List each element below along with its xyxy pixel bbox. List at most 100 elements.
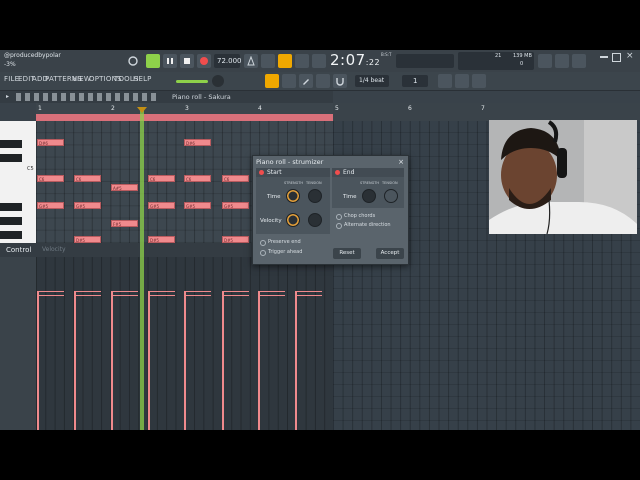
- playhead-marker[interactable]: [137, 107, 147, 113]
- note[interactable]: D#6: [184, 139, 211, 146]
- start-panel: Start STRENGTH TENSION Time Velocity: [256, 168, 330, 234]
- online-button[interactable]: [538, 54, 552, 68]
- note[interactable]: A#5: [111, 184, 138, 191]
- pattern-song-toggle[interactable]: [126, 54, 140, 68]
- chop-chords-checkbox[interactable]: [336, 214, 342, 220]
- song-position-display[interactable]: 2:07:22: [330, 51, 380, 69]
- note[interactable]: D#6: [37, 139, 64, 146]
- arrow-tool-button[interactable]: [282, 74, 296, 88]
- start-velocity-strength-knob[interactable]: [286, 213, 300, 227]
- wait-for-input-button[interactable]: [261, 54, 275, 68]
- velocity-bar[interactable]: [74, 291, 76, 430]
- end-enable-toggle[interactable]: [335, 170, 340, 175]
- end-time-strength-knob[interactable]: [362, 189, 376, 203]
- magnet-button[interactable]: [333, 74, 347, 88]
- piano-roll-toolbar: ▸ Piano roll - Sakura: [0, 91, 333, 103]
- start-time-strength-knob[interactable]: [286, 189, 300, 203]
- note[interactable]: D#5: [148, 236, 175, 243]
- trigger-ahead-checkbox[interactable]: [260, 250, 266, 256]
- loop-region[interactable]: [36, 114, 333, 121]
- velocity-bar[interactable]: [111, 291, 113, 430]
- snap-select[interactable]: 1/4 beat: [355, 75, 389, 87]
- maximize-button[interactable]: [612, 53, 621, 62]
- black-key[interactable]: [0, 217, 22, 225]
- velocity-bar[interactable]: [37, 291, 39, 430]
- playlist-button[interactable]: [438, 74, 452, 88]
- black-key[interactable]: [0, 140, 22, 148]
- velocity-cap: [148, 291, 175, 292]
- minimize-button[interactable]: [600, 56, 608, 58]
- note[interactable]: D#5: [74, 236, 101, 243]
- note[interactable]: C6: [184, 175, 211, 182]
- accept-button[interactable]: Accept: [376, 248, 404, 259]
- note[interactable]: G#5: [148, 202, 175, 209]
- chop-chords-label: Chop chords: [344, 213, 376, 219]
- control-target-label[interactable]: Velocity: [42, 246, 66, 253]
- velocity-bar[interactable]: [184, 291, 186, 430]
- snap-toggle-button[interactable]: [265, 74, 279, 88]
- start-time-tension-knob[interactable]: [308, 189, 322, 203]
- note[interactable]: G#5: [74, 202, 101, 209]
- note[interactable]: C6: [222, 175, 249, 182]
- blend-notes-button[interactable]: [312, 54, 326, 68]
- velocity-bar[interactable]: [258, 291, 260, 430]
- metronome-button[interactable]: [244, 54, 258, 68]
- stop-button[interactable]: [180, 54, 194, 68]
- start-enable-toggle[interactable]: [259, 170, 264, 175]
- bar-number: 4: [258, 105, 262, 112]
- pattern-selector[interactable]: 1: [402, 75, 428, 87]
- velocity-bar[interactable]: [222, 291, 224, 430]
- menu-help[interactable]: HELP: [133, 75, 152, 83]
- note[interactable]: G#5: [184, 202, 211, 209]
- velocity-bar[interactable]: [295, 291, 297, 430]
- record-button[interactable]: [197, 54, 211, 68]
- start-velocity-tension-knob[interactable]: [308, 213, 322, 227]
- black-key[interactable]: [0, 203, 22, 211]
- note[interactable]: G#5: [222, 202, 249, 209]
- note[interactable]: C6: [148, 175, 175, 182]
- playhead[interactable]: [137, 107, 147, 430]
- master-pitch-knob[interactable]: [212, 75, 224, 87]
- polyphony-readout: 0: [520, 61, 524, 67]
- timeline-ruler-extended[interactable]: 5 6 7: [333, 103, 640, 121]
- song-mode-button[interactable]: [146, 54, 160, 68]
- piano-roll-button[interactable]: [455, 74, 469, 88]
- channel-rack-button[interactable]: [472, 74, 486, 88]
- start-panel-header: Start: [256, 168, 330, 177]
- mic-button[interactable]: [572, 54, 586, 68]
- piano-roll-tool-icons[interactable]: [16, 93, 156, 101]
- velocity-lane[interactable]: [36, 257, 333, 430]
- velocity-bar[interactable]: [148, 291, 150, 430]
- countdown-button[interactable]: [278, 54, 292, 68]
- velocity-cap: [111, 291, 138, 292]
- tools-button[interactable]: [555, 54, 569, 68]
- control-label[interactable]: Control: [6, 246, 31, 254]
- pencil-tool-button[interactable]: [299, 74, 313, 88]
- menu-file[interactable]: FILE: [4, 75, 19, 83]
- end-time-tension-knob[interactable]: [384, 189, 398, 203]
- master-volume-slider[interactable]: [176, 80, 208, 83]
- piano-roll-title: Piano roll - Sakura: [172, 93, 231, 101]
- step-edit-button[interactable]: [295, 54, 309, 68]
- paint-tool-button[interactable]: [316, 74, 330, 88]
- end-label: End: [343, 169, 355, 176]
- note[interactable]: F#5: [111, 220, 138, 227]
- piano-roll-menu-icon[interactable]: ▸: [6, 93, 9, 100]
- black-key[interactable]: [0, 154, 22, 162]
- strumizer-dialog: Piano roll - strumizer × Start STRENGTH …: [252, 155, 409, 265]
- alternate-direction-checkbox[interactable]: [336, 223, 342, 229]
- tempo-display[interactable]: 72.000: [214, 54, 242, 68]
- note[interactable]: C6: [74, 175, 101, 182]
- black-key[interactable]: [0, 231, 22, 239]
- close-icon[interactable]: ×: [626, 51, 634, 61]
- reset-button[interactable]: Reset: [333, 248, 361, 259]
- note[interactable]: C6: [37, 175, 64, 182]
- preserve-end-checkbox[interactable]: [260, 240, 266, 246]
- note[interactable]: G#5: [37, 202, 64, 209]
- play-button[interactable]: [163, 54, 177, 68]
- note[interactable]: D#5: [222, 236, 249, 243]
- timeline-ruler[interactable]: 1 2 3 4: [36, 103, 333, 121]
- velocity-cap: [37, 295, 64, 296]
- close-icon[interactable]: ×: [398, 158, 404, 166]
- piano-keyboard[interactable]: C5: [0, 121, 36, 243]
